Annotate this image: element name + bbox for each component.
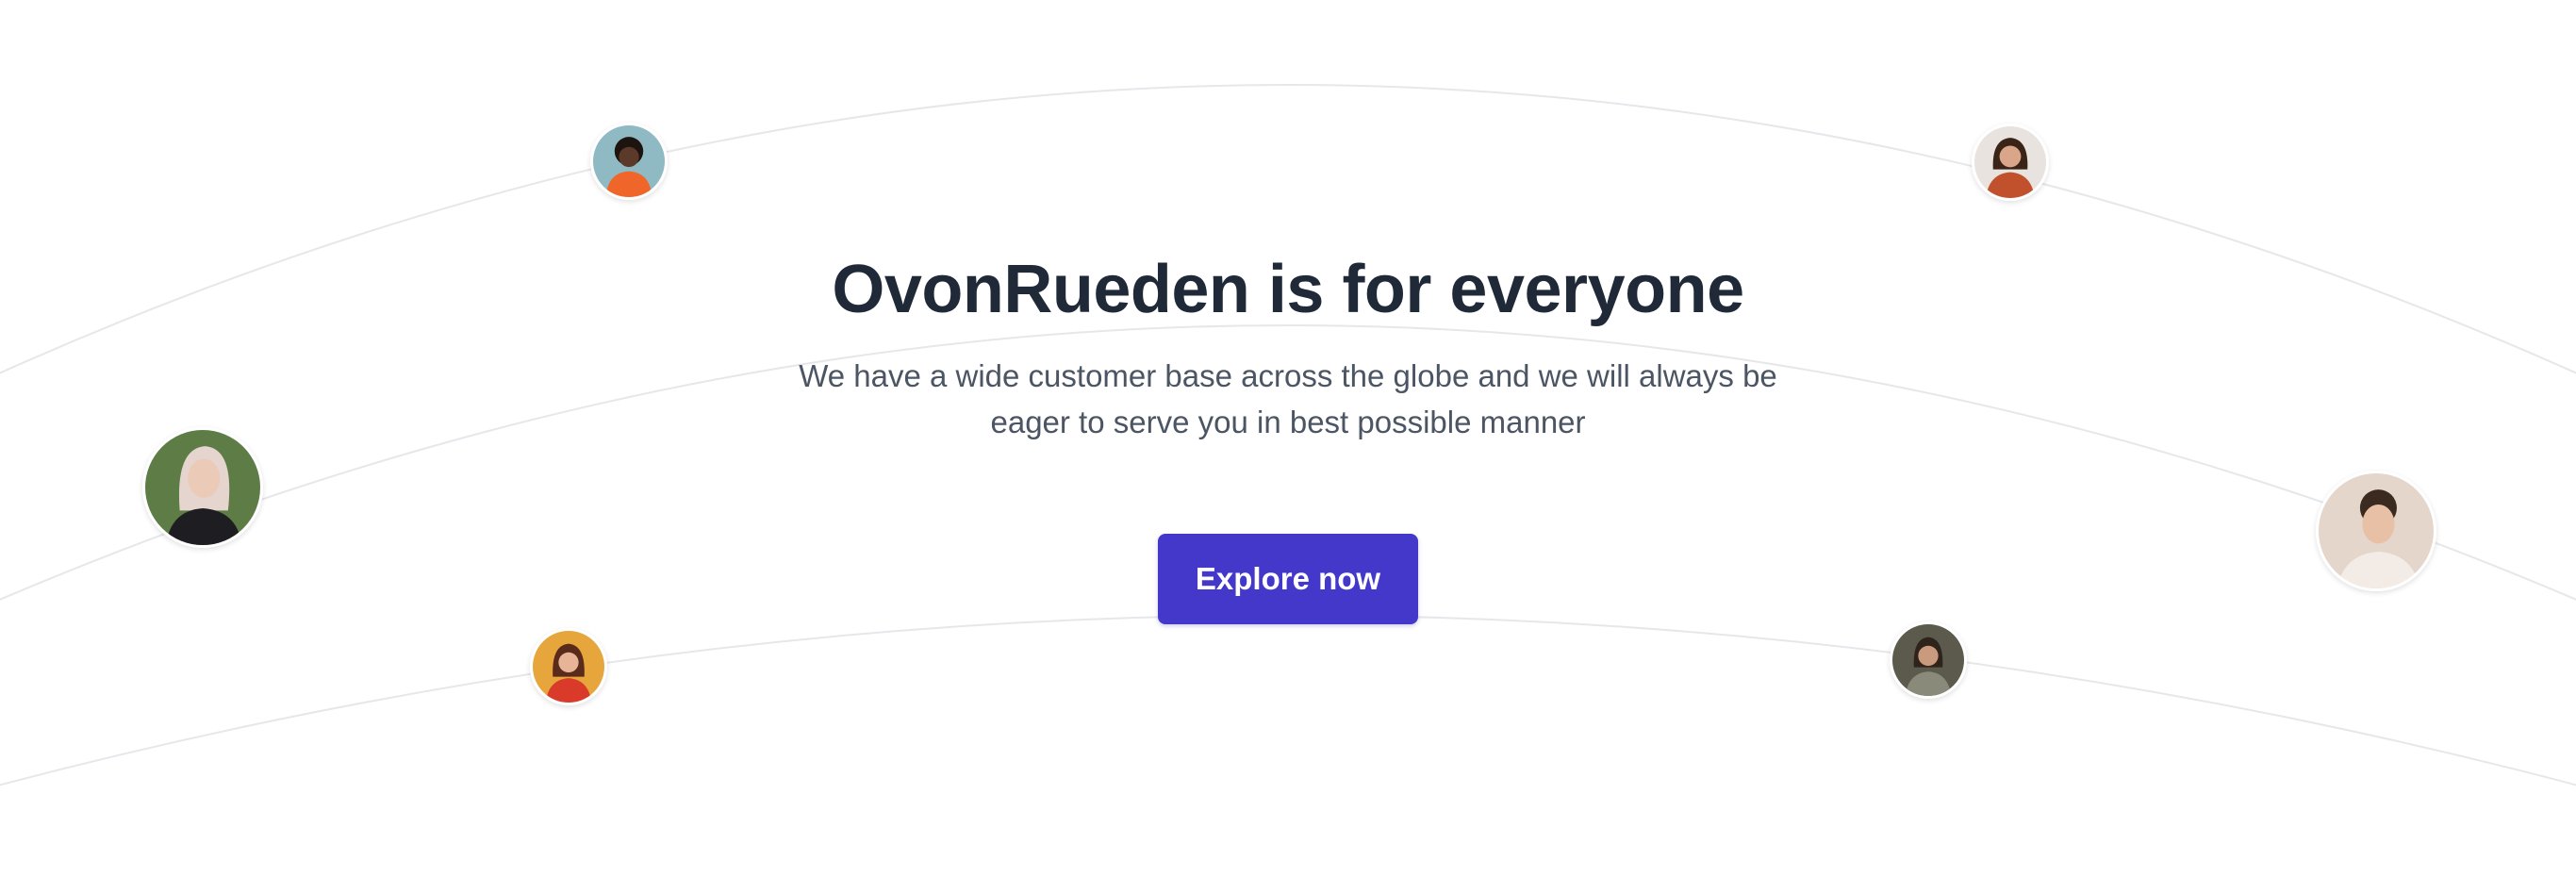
explore-now-button[interactable]: Explore now [1158,534,1418,624]
hero-title: OvonRueden is for everyone [832,252,1744,327]
customer-avatar-4 [2316,471,2436,591]
hero-subtitle: We have a wide customer base across the … [799,358,1777,439]
hero-content: OvonRueden is for everyone We have a wid… [0,247,2576,445]
avatar-photo [533,631,604,703]
avatar-photo [2319,473,2434,588]
avatar-photo [145,430,260,545]
customer-avatar-2 [1972,124,2049,201]
avatar-photo [593,125,665,197]
hero-section: OvonRueden is for everyone We have a wid… [0,0,2576,877]
customer-avatar-6 [1890,621,1967,699]
customer-avatar-5 [530,628,607,705]
customer-avatar-1 [590,123,668,200]
avatar-photo [1974,126,2046,198]
customer-avatar-3 [142,427,263,548]
orbit-arc-inner [0,614,2576,786]
avatar-photo [1892,624,1964,696]
